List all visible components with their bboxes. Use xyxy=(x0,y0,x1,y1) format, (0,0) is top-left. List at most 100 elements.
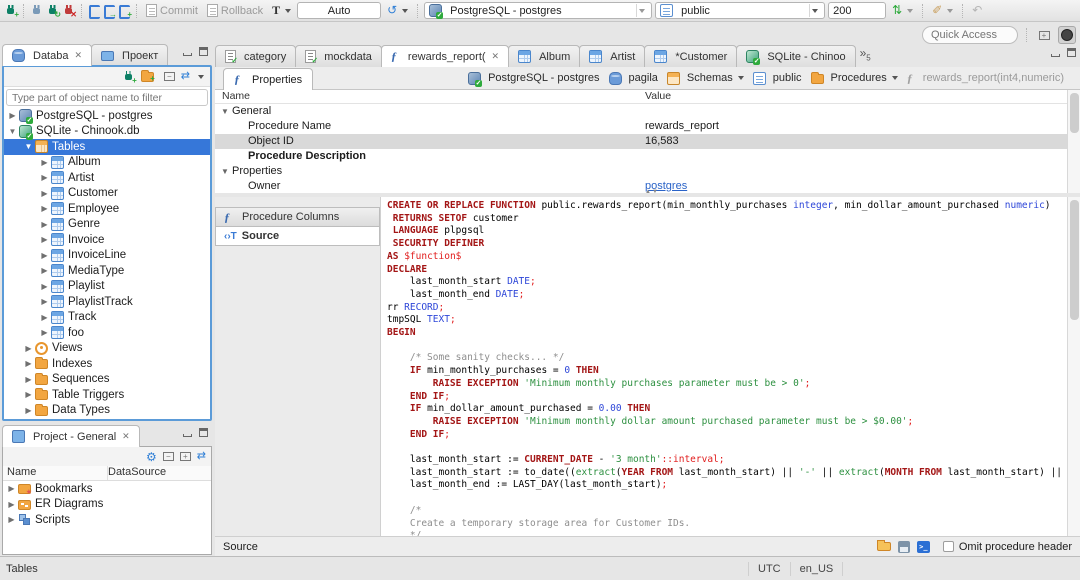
expander-icon[interactable]: ▶ xyxy=(24,359,33,368)
settings-gear-icon[interactable]: ⚙ xyxy=(146,450,157,464)
close-icon[interactable]: ✕ xyxy=(122,431,130,442)
expander-icon[interactable]: ▶ xyxy=(40,282,49,291)
rollback-button[interactable]: Rollback xyxy=(204,3,266,18)
expander-icon[interactable]: ▼ xyxy=(24,142,33,151)
tx-mode-combo[interactable]: Auto xyxy=(297,2,382,19)
close-icon[interactable]: ✕ xyxy=(74,50,82,61)
editor-tab--customer[interactable]: *Customer xyxy=(644,45,738,67)
expand-all-icon[interactable]: + xyxy=(179,452,191,461)
expander-icon[interactable]: ▶ xyxy=(24,390,33,399)
navigator-filter-input[interactable] xyxy=(6,89,208,106)
open-file-icon[interactable] xyxy=(876,540,891,551)
side-tab-source[interactable]: ‹›T Source xyxy=(215,226,380,246)
connection-combo[interactable]: PostgreSQL - postgres xyxy=(424,2,653,19)
maximize-icon[interactable] xyxy=(199,428,208,437)
property-row-owner[interactable]: Owner postgres xyxy=(215,178,1067,193)
expander-icon[interactable]: ▼ xyxy=(8,127,17,136)
tree-item-genre[interactable]: ▶ Genre xyxy=(4,217,210,233)
source-code-editor[interactable]: CREATE OR REPLACE FUNCTION public.reward… xyxy=(381,197,1067,536)
project-item-scripts[interactable]: ▶ Scripts xyxy=(3,512,211,528)
tree-item-foo[interactable]: ▶ foo xyxy=(4,325,210,341)
tree-item-postgresql-postgres[interactable]: ▶ PostgreSQL - postgres xyxy=(4,108,210,125)
breadcrumb-item-postgresql-postgres[interactable]: PostgreSQL - postgres xyxy=(468,71,600,87)
expander-icon[interactable]: ▶ xyxy=(24,344,33,353)
expander-icon[interactable]: ▶ xyxy=(40,297,49,306)
editor-tab-category[interactable]: category xyxy=(215,45,297,67)
open-in-console-icon[interactable]: >_ xyxy=(916,540,930,553)
combo-dropdown-icon[interactable] xyxy=(809,4,820,17)
expander-icon[interactable]: ▶ xyxy=(8,111,17,120)
column-header-datasource[interactable]: DataSource xyxy=(108,466,166,480)
column-header-value[interactable]: Value xyxy=(645,90,671,103)
view-menu-icon[interactable] xyxy=(198,74,204,79)
expander-icon[interactable]: ▶ xyxy=(40,220,49,229)
expander-icon[interactable]: ▶ xyxy=(40,173,49,182)
property-row-properties[interactable]: ▼ Properties xyxy=(215,164,1067,179)
chevron-down-icon[interactable] xyxy=(891,76,898,80)
connect-plus-icon[interactable]: + xyxy=(122,70,137,85)
expander-icon[interactable]: ▶ xyxy=(40,266,49,275)
transaction-log-button[interactable]: T xyxy=(269,2,294,19)
open-sql-editor-icon[interactable] xyxy=(88,4,100,19)
breadcrumb-item-public[interactable]: public xyxy=(752,71,802,85)
maximize-icon[interactable] xyxy=(1067,48,1076,57)
combo-dropdown-icon[interactable] xyxy=(636,4,647,17)
minimize-icon[interactable] xyxy=(1051,54,1060,57)
source-scrollbar[interactable] xyxy=(1067,197,1080,536)
tree-item-sqlite-chinook-db[interactable]: ▼ SQLite - Chinook.db xyxy=(4,124,210,140)
splitter-handle-icon[interactable]: ▲▼ xyxy=(645,189,659,195)
reconnect-icon[interactable]: ↻ xyxy=(46,4,61,19)
editor-tab-sqlite-chinoo[interactable]: SQLite - Chinoo xyxy=(736,45,856,67)
new-folder-icon[interactable]: + xyxy=(140,70,155,83)
checkbox-icon[interactable] xyxy=(942,541,954,552)
breadcrumb-item-pagila[interactable]: pagila xyxy=(608,71,658,85)
expander-icon[interactable]: ▶ xyxy=(40,328,49,337)
breadcrumb-item-rewards-report-int4-numeric-[interactable]: rewards_report(int4,numeric) xyxy=(907,71,1064,86)
tab-properties[interactable]: Properties xyxy=(223,68,314,90)
omit-header-checkbox[interactable]: Omit procedure header xyxy=(942,541,1072,553)
project-item-er-diagrams[interactable]: ▶ ER Diagrams xyxy=(3,497,211,513)
tree-item-table-triggers[interactable]: ▶ Table Triggers xyxy=(4,387,210,403)
expander-icon[interactable]: ▶ xyxy=(40,313,49,322)
expander-icon[interactable]: ▶ xyxy=(40,158,49,167)
tab-project-navigator[interactable]: Проект xyxy=(91,44,169,66)
close-icon[interactable]: ✕ xyxy=(492,51,500,62)
tree-item-indexes[interactable]: ▶ Indexes xyxy=(4,356,210,372)
property-row-general[interactable]: ▼ General xyxy=(215,104,1067,119)
tab-overflow-indicator[interactable]: »5 xyxy=(860,46,871,62)
column-header-name[interactable]: Name xyxy=(3,466,108,480)
breadcrumb-item-procedures[interactable]: Procedures xyxy=(810,71,898,84)
expander-icon[interactable]: ▶ xyxy=(7,484,16,493)
breadcrumb-item-schemas[interactable]: Schemas xyxy=(666,71,744,85)
tree-item-mediatype[interactable]: ▶ MediaType xyxy=(4,263,210,279)
save-to-file-icon[interactable] xyxy=(897,540,910,553)
expander-icon[interactable]: ▶ xyxy=(40,251,49,260)
editor-tab-mockdata[interactable]: mockdata xyxy=(295,45,382,67)
expander-icon[interactable]: ▶ xyxy=(7,500,16,509)
tree-item-invoiceline[interactable]: ▶ InvoiceLine xyxy=(4,248,210,264)
tree-item-playlisttrack[interactable]: ▶ PlaylistTrack xyxy=(4,294,210,310)
fetch-size-input[interactable]: 200 xyxy=(828,2,887,19)
expander-icon[interactable]: ▼ xyxy=(221,167,230,176)
sync-connection-button[interactable]: ⇅ xyxy=(889,3,916,18)
connect-plus-icon[interactable]: + xyxy=(4,4,19,19)
editor-tab-album[interactable]: Album xyxy=(508,45,581,67)
property-row-procedure-description[interactable]: Procedure Description xyxy=(215,149,1067,164)
tree-item-sequences[interactable]: ▶ Sequences xyxy=(4,372,210,388)
expander-icon[interactable]: ▶ xyxy=(24,406,33,415)
tree-item-tables[interactable]: ▼ Tables xyxy=(4,139,210,155)
side-tab-procedure-columns[interactable]: Procedure Columns xyxy=(215,207,380,227)
tree-item-data-types[interactable]: ▶ Data Types xyxy=(4,403,210,419)
new-sql-editor-icon[interactable]: → xyxy=(103,4,117,19)
tab-database-navigator[interactable]: Databa ✕ xyxy=(2,44,93,66)
eraser-button[interactable]: ✐ xyxy=(929,3,956,18)
statusbar-locale[interactable]: en_US xyxy=(791,561,844,576)
disconnect-icon[interactable]: ✕ xyxy=(62,4,77,19)
tree-item-track[interactable]: ▶ Track xyxy=(4,310,210,326)
tree-item-artist[interactable]: ▶ Artist xyxy=(4,170,210,186)
tree-item-employee[interactable]: ▶ Employee xyxy=(4,201,210,217)
link-editor-icon[interactable]: ⇄ xyxy=(197,450,206,463)
expander-icon[interactable]: ▶ xyxy=(40,189,49,198)
tree-item-album[interactable]: ▶ Album xyxy=(4,155,210,171)
expander-icon[interactable]: ▼ xyxy=(221,107,230,116)
